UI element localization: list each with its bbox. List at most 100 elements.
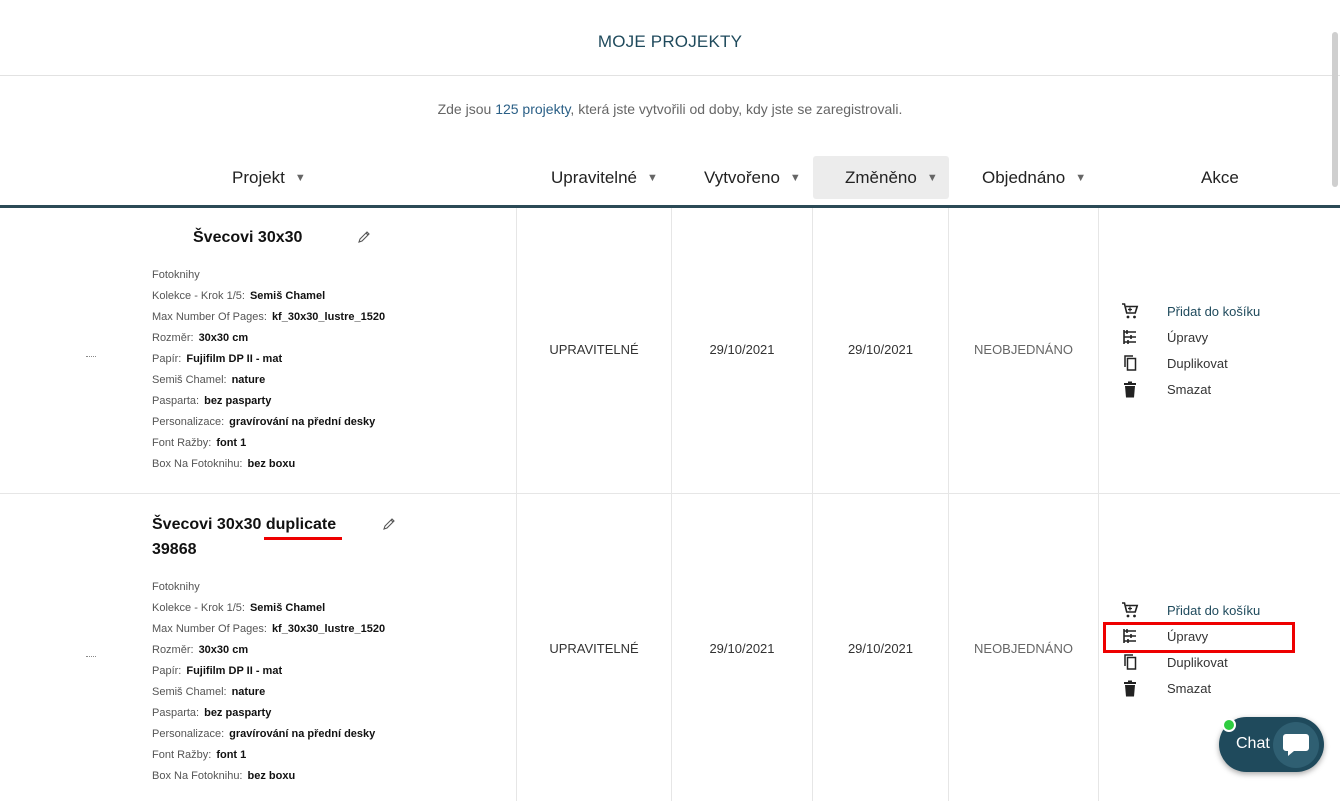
edit-button[interactable]: Úpravy xyxy=(1120,324,1260,350)
created-date: 29/10/2021 xyxy=(709,641,775,656)
delete-label: Smazat xyxy=(1167,680,1212,696)
property-key: Pasparta: xyxy=(152,707,200,719)
property-value: kf_30x30_lustre_1520 xyxy=(271,311,386,323)
property-row: Max Number Of Pages: kf_30x30_lustre_1520 xyxy=(152,619,385,640)
trash-icon xyxy=(1120,678,1140,698)
property-value: nature xyxy=(231,374,266,386)
row-actions: Přidat do košíku Úpravy Duplikovat Smaza… xyxy=(1120,298,1260,402)
property-key: Semiš Chamel: xyxy=(152,686,227,698)
sort-arrow-icon: ▼ xyxy=(1075,171,1087,184)
property-row: Semiš Chamel: nature xyxy=(152,682,385,703)
created-date: 29/10/2021 xyxy=(709,342,775,357)
property-value: gravírování na přední desky xyxy=(229,416,376,428)
project-thumbnail[interactable] xyxy=(86,356,96,358)
property-value: font 1 xyxy=(216,437,247,449)
property-value: bez boxu xyxy=(247,770,296,782)
copy-icon xyxy=(1120,353,1140,373)
property-key: Personalizace: xyxy=(152,728,225,740)
property-key: Rozměr: xyxy=(152,644,194,656)
trash-icon xyxy=(1120,379,1140,399)
highlight-box xyxy=(1103,622,1295,653)
property-value: Fujifilm DP II - mat xyxy=(186,353,283,365)
add-to-cart-button[interactable]: Přidat do košíku xyxy=(1120,298,1260,324)
col-header-editable-label: Upravitelné xyxy=(551,167,637,187)
property-row: Rozměr: 30x30 cm xyxy=(152,640,385,661)
col-header-editable[interactable]: Upravitelné ▼ xyxy=(551,156,658,199)
property-key: Pasparta: xyxy=(152,395,200,407)
property-key: Kolekce - Krok 1/5: xyxy=(152,602,245,614)
modified-date: 29/10/2021 xyxy=(847,342,914,357)
duplicate-button[interactable]: Duplikovat xyxy=(1120,350,1260,376)
add-to-cart-button[interactable]: Přidat do košíku xyxy=(1120,597,1260,623)
col-header-project[interactable]: Projekt ▼ xyxy=(232,156,306,199)
property-key: Font Ražby: xyxy=(152,437,212,449)
edit-list-icon xyxy=(1120,327,1140,347)
chat-bubble-icon xyxy=(1273,722,1319,768)
col-header-project-label: Projekt xyxy=(232,167,285,187)
col-header-modified[interactable]: Změněno ▼ xyxy=(813,156,949,199)
col-header-modified-label: Změněno xyxy=(845,167,917,187)
col-header-actions-label: Akce xyxy=(1201,167,1239,187)
delete-button[interactable]: Smazat xyxy=(1120,376,1260,402)
property-row: Font Ražby: font 1 xyxy=(152,745,385,766)
property-row: Max Number Of Pages: kf_30x30_lustre_1520 xyxy=(152,307,385,328)
project-thumbnail[interactable] xyxy=(86,656,96,658)
edit-label: Úpravy xyxy=(1167,329,1209,345)
project-category: Fotoknihy xyxy=(152,269,200,281)
project-name-id: 39868 xyxy=(152,541,197,558)
order-status: NEOBJEDNÁNO xyxy=(974,342,1073,357)
add-to-cart-label: Přidat do košíku xyxy=(1167,303,1261,319)
property-key: Box Na Fotoknihu: xyxy=(152,770,243,782)
property-row: Kolekce - Krok 1/5: Semiš Chamel xyxy=(152,598,385,619)
col-header-ordered-label: Objednáno xyxy=(982,167,1066,187)
property-row: Personalizace: gravírování na přední desk… xyxy=(152,412,385,433)
property-row: Rozměr: 30x30 cm xyxy=(152,328,385,349)
property-key: Semiš Chamel: xyxy=(152,374,227,386)
property-value: 30x30 cm xyxy=(198,644,249,656)
duplicate-label: Duplikovat xyxy=(1167,355,1228,371)
chat-label: Chat xyxy=(1236,735,1270,752)
project-name: Švecovi 30x30 duplicate 39868 xyxy=(152,512,336,562)
online-status-indicator xyxy=(1222,718,1236,732)
copy-icon xyxy=(1120,652,1140,672)
pencil-icon[interactable] xyxy=(382,517,396,531)
property-row: Papír: Fujifilm DP II - mat xyxy=(152,661,385,682)
sort-arrow-icon: ▼ xyxy=(294,171,306,184)
property-key: Max Number Of Pages: xyxy=(152,623,267,635)
projects-count-link[interactable]: 125 projekty xyxy=(495,101,570,117)
pencil-icon[interactable] xyxy=(357,230,371,244)
property-value: gravírování na přední desky xyxy=(229,728,376,740)
property-row: Kolekce - Krok 1/5: Semiš Chamel xyxy=(152,286,385,307)
col-header-ordered[interactable]: Objednáno ▼ xyxy=(982,156,1086,199)
property-value: bez pasparty xyxy=(204,395,272,407)
sort-arrow-icon: ▼ xyxy=(926,171,938,184)
property-key: Box Na Fotoknihu: xyxy=(152,458,243,470)
property-value: font 1 xyxy=(216,749,247,761)
project-name-base: Švecovi 30x30 xyxy=(152,516,266,533)
property-value: nature xyxy=(231,686,266,698)
property-row: Box Na Fotoknihu: bez boxu xyxy=(152,766,385,787)
property-value: Fujifilm DP II - mat xyxy=(186,665,283,677)
property-value: bez pasparty xyxy=(204,707,272,719)
col-header-created[interactable]: Vytvořeno ▼ xyxy=(704,156,801,199)
project-name-duplicate-suffix: duplicate xyxy=(265,516,337,533)
col-header-actions: Akce xyxy=(1201,156,1239,199)
col-header-created-label: Vytvořeno xyxy=(704,167,780,187)
column-divider xyxy=(1098,494,1099,801)
editable-status: UPRAVITELNÉ xyxy=(549,342,639,357)
property-key: Max Number Of Pages: xyxy=(152,311,267,323)
sort-arrow-icon: ▼ xyxy=(789,171,801,184)
cart-icon xyxy=(1120,301,1140,321)
property-value: bez boxu xyxy=(247,458,296,470)
property-key: Kolekce - Krok 1/5: xyxy=(152,290,245,302)
table-header: Projekt ▼ Upravitelné ▼ Vytvořeno ▼ Změn… xyxy=(0,156,1340,208)
project-properties: Fotoknihy Kolekce - Krok 1/5: Semiš Chame… xyxy=(152,577,385,787)
intro-text-start: Zde jsou xyxy=(437,101,496,117)
page-title: MOJE PROJEKTY xyxy=(597,32,743,51)
chat-widget-button[interactable]: Chat xyxy=(1219,717,1324,772)
table-row: Švecovi 30x30 Fotoknihy Kolekce - Krok 1… xyxy=(0,208,1340,494)
delete-button[interactable]: Smazat xyxy=(1120,675,1260,701)
property-row: Box Na Fotoknihu: bez boxu xyxy=(152,454,385,475)
property-value: 30x30 cm xyxy=(198,332,249,344)
order-status: NEOBJEDNÁNO xyxy=(974,641,1073,656)
